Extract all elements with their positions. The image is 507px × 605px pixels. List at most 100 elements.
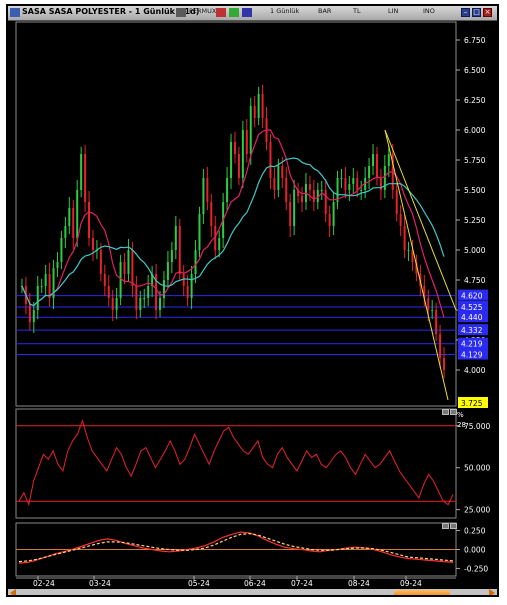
candle-body	[131, 250, 134, 286]
candle-body	[261, 94, 264, 118]
price-tick-label: 5.000	[464, 246, 486, 255]
horizontal-scrollbar[interactable]	[8, 589, 497, 595]
price-tag-label: 4.525	[461, 303, 483, 312]
candle-body	[123, 262, 126, 274]
candle-body	[178, 226, 181, 274]
candle-body	[273, 178, 276, 190]
x-tick-label: 02-24	[33, 579, 55, 588]
candle-body	[289, 202, 292, 226]
price-tick-label: 4.750	[464, 276, 486, 285]
candle-body	[324, 190, 327, 214]
price-tag-label: 4.332	[461, 326, 483, 335]
candle-body	[241, 130, 244, 178]
candle-body	[301, 196, 304, 202]
candle-body	[328, 214, 331, 226]
candle-body	[312, 190, 315, 202]
candle-body	[308, 184, 311, 190]
scroll-left-icon[interactable]	[10, 589, 16, 595]
panel-resize-button[interactable]	[442, 523, 449, 529]
candle-body	[76, 190, 79, 238]
rsi-tick-label: 50.000	[464, 464, 490, 473]
price-tick-label: 5.250	[464, 216, 486, 225]
candle-body	[403, 226, 406, 250]
candle-body	[91, 238, 94, 250]
price-tag-label: 3.725	[461, 399, 483, 408]
macd-tick-label: 0.250	[464, 527, 486, 536]
candle-body	[237, 154, 240, 178]
scroll-thumb[interactable]	[394, 590, 450, 595]
candle-body	[431, 310, 434, 311]
x-tick-label: 08-24	[348, 579, 370, 588]
price-tick-label: 5.750	[464, 156, 486, 165]
candle-body	[320, 190, 323, 191]
candle-body	[48, 274, 51, 298]
candle-body	[72, 208, 75, 238]
candle-body	[348, 184, 351, 190]
price-tag-label: 4.620	[461, 292, 483, 301]
candle-body	[226, 178, 229, 202]
candle-body	[119, 262, 122, 298]
rsi-tick-label: 75.000	[464, 422, 490, 431]
panel-close-button[interactable]	[450, 523, 457, 529]
candle-body	[340, 178, 343, 179]
candle-body	[88, 202, 91, 238]
candle-body	[36, 286, 39, 310]
candle-body	[375, 154, 378, 178]
candle-body	[32, 310, 35, 322]
candle-body	[103, 274, 106, 286]
candle-body	[332, 202, 335, 226]
candle-body	[344, 178, 347, 190]
candle-body	[107, 286, 110, 298]
candle-body	[293, 190, 296, 226]
panel-close-button[interactable]	[450, 409, 457, 415]
candle-body	[439, 334, 442, 358]
candle-body	[186, 286, 189, 298]
candle-body	[387, 154, 390, 166]
candle-body	[285, 178, 288, 202]
candle-body	[435, 310, 438, 334]
candle-body	[194, 250, 197, 274]
candle-body	[147, 286, 150, 298]
price-tick-label: 6.750	[464, 36, 486, 45]
panel-resize-button[interactable]	[442, 409, 449, 415]
price-tag-label: 4.440	[461, 313, 483, 322]
price-tick-label: 6.000	[464, 126, 486, 135]
price-tag-label: 4.129	[461, 351, 483, 360]
signal-line	[18, 532, 454, 563]
chart-canvas[interactable]: 6.750 6.500 6.250 6.000 5.750 5.500 5.250 5.000…	[8, 6, 497, 595]
price-tick-label: 5.500	[464, 186, 486, 195]
rsi-line	[18, 419, 454, 507]
candle-body	[210, 202, 213, 226]
candle-body	[277, 166, 280, 190]
price-tick-label: 6.500	[464, 66, 486, 75]
panel-border	[15, 21, 457, 407]
candle-body	[60, 238, 63, 262]
chart-window: SASA SASA POLYESTER - 1 Günlük (.1d) PER…	[6, 4, 499, 597]
x-tick-label: 06-24	[244, 579, 266, 588]
percent-label: %	[457, 411, 464, 419]
candle-body	[269, 142, 272, 178]
candle-body	[111, 298, 114, 310]
candle-body	[166, 262, 169, 280]
candle-body	[249, 106, 252, 154]
x-tick-label: 03-24	[89, 579, 111, 588]
candle-body	[190, 274, 193, 298]
candle-body	[68, 208, 71, 226]
candle-body	[127, 250, 130, 274]
candle-body	[233, 142, 236, 154]
candle-body	[372, 154, 375, 166]
scroll-right-icon[interactable]	[489, 589, 495, 595]
candle-body	[360, 190, 363, 191]
candle-body	[115, 298, 118, 310]
candle-body	[56, 262, 59, 268]
candle-body	[368, 166, 371, 178]
candle-body	[245, 130, 248, 154]
candle-body	[64, 226, 67, 238]
x-tick-label: 05-24	[188, 579, 210, 588]
candle-body	[206, 178, 209, 202]
candle-body	[198, 214, 201, 250]
candle-body	[230, 142, 233, 178]
candle-body	[257, 94, 260, 118]
candle-body	[170, 250, 173, 262]
candle-body	[352, 178, 355, 184]
